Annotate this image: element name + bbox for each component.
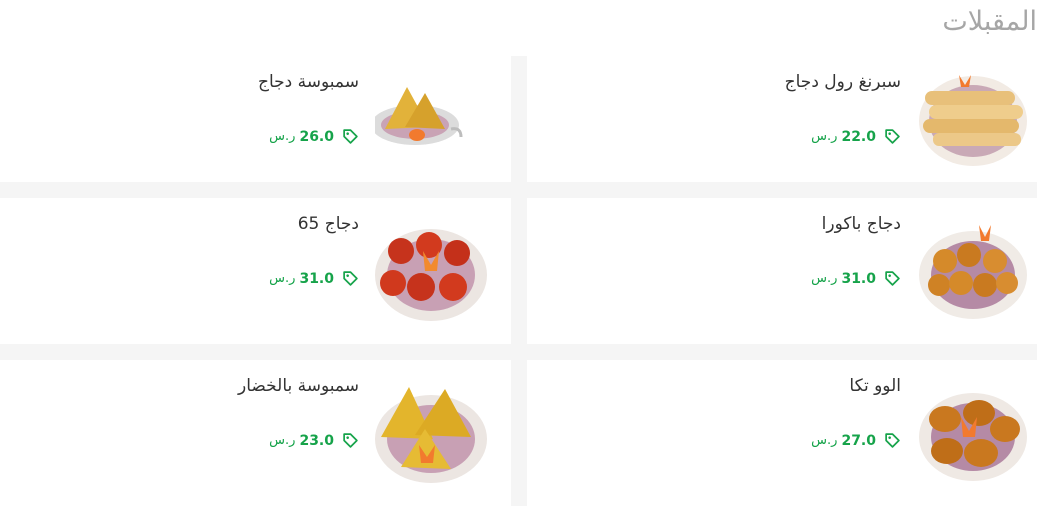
- price-row: 31.0 ر.س: [811, 270, 901, 287]
- item-price: 27.0: [841, 432, 876, 449]
- price-row: 23.0 ر.س: [269, 432, 359, 449]
- item-price: 31.0: [299, 270, 334, 287]
- tag-icon: [342, 128, 359, 145]
- currency-label: ر.س: [269, 433, 296, 448]
- food-image: [917, 69, 1029, 169]
- food-image: [375, 221, 487, 321]
- currency-label: ر.س: [811, 433, 838, 448]
- tag-icon: [884, 270, 901, 287]
- page-header: المقبلات: [0, 0, 1037, 56]
- food-image: [917, 221, 1029, 321]
- tag-icon: [342, 432, 359, 449]
- food-image: [375, 383, 487, 483]
- tag-icon: [342, 270, 359, 287]
- item-name: سمبوسة بالخضار: [238, 376, 359, 396]
- menu-item-card[interactable]: سمبوسة دجاج 26.0 ر.س: [0, 56, 511, 182]
- item-name: سبرنغ رول دجاج: [784, 72, 901, 92]
- currency-label: ر.س: [269, 129, 296, 144]
- item-price: 23.0: [299, 432, 334, 449]
- currency-label: ر.س: [269, 271, 296, 286]
- item-name: دجاج 65: [297, 214, 359, 234]
- food-image: [375, 69, 487, 169]
- price-row: 27.0 ر.س: [811, 432, 901, 449]
- menu-item-card[interactable]: سبرنغ رول دجاج 22.0 ر.س: [527, 56, 1037, 182]
- item-price: 22.0: [841, 128, 876, 145]
- price-row: 22.0 ر.س: [811, 128, 901, 145]
- menu-item-card[interactable]: الوو تكا 27.0 ر.س: [527, 360, 1037, 506]
- item-price: 26.0: [299, 128, 334, 145]
- item-name: الوو تكا: [849, 376, 901, 396]
- price-row: 26.0 ر.س: [269, 128, 359, 145]
- menu-item-card[interactable]: سمبوسة بالخضار 23.0 ر.س: [0, 360, 511, 506]
- item-price: 31.0: [841, 270, 876, 287]
- menu-item-card[interactable]: دجاج 65 31.0 ر.س: [0, 198, 511, 344]
- section-title: المقبلات: [942, 6, 1037, 37]
- currency-label: ر.س: [811, 271, 838, 286]
- price-row: 31.0 ر.س: [269, 270, 359, 287]
- item-name: دجاج باكورا: [821, 214, 901, 234]
- item-name: سمبوسة دجاج: [258, 72, 359, 92]
- tag-icon: [884, 432, 901, 449]
- tag-icon: [884, 128, 901, 145]
- currency-label: ر.س: [811, 129, 838, 144]
- menu-item-card[interactable]: دجاج باكورا 31.0 ر.س: [527, 198, 1037, 344]
- food-image: [917, 383, 1029, 483]
